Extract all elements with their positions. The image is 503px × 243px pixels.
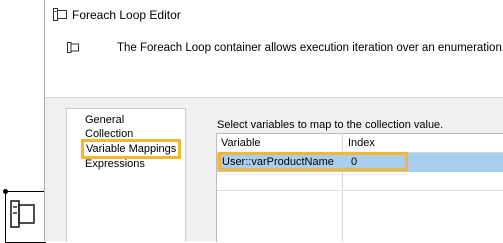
mapping-instructions: Select variables to map to the collectio… xyxy=(217,119,444,131)
foreach-loop-editor-dialog: Foreach Loop Editor The Foreach Loop con… xyxy=(44,0,503,242)
connector-dot xyxy=(3,189,8,194)
grid-row-line xyxy=(217,190,503,191)
column-header-variable[interactable]: Variable xyxy=(221,137,261,149)
column-header-index[interactable]: Index xyxy=(348,137,375,149)
dialog-header: The Foreach Loop container allows execut… xyxy=(45,30,503,98)
variable-cell[interactable]: User::varProductName xyxy=(222,156,334,168)
nav-item-expressions[interactable]: Expressions xyxy=(85,158,145,170)
foreach-loop-icon xyxy=(10,200,36,231)
foreach-loop-icon xyxy=(53,8,67,24)
page-navigation-list: General Collection Variable Mappings Exp… xyxy=(66,108,186,242)
column-divider xyxy=(342,134,343,242)
foreach-loop-icon xyxy=(67,42,79,56)
index-cell[interactable]: 0 xyxy=(351,156,357,168)
variable-mappings-grid: Variable Index User::varProductName 0 xyxy=(216,133,503,242)
dialog-description: The Foreach Loop container allows execut… xyxy=(117,42,503,54)
dialog-title: Foreach Loop Editor xyxy=(72,8,181,22)
nav-item-variable-mappings[interactable]: Variable Mappings xyxy=(80,139,182,159)
table-row[interactable]: User::varProductName 0 xyxy=(217,153,503,172)
grid-header: Variable Index xyxy=(217,134,503,153)
title-bar[interactable]: Foreach Loop Editor xyxy=(45,0,503,30)
nav-item-collection[interactable]: Collection xyxy=(85,128,133,140)
nav-item-general[interactable]: General xyxy=(85,114,124,126)
